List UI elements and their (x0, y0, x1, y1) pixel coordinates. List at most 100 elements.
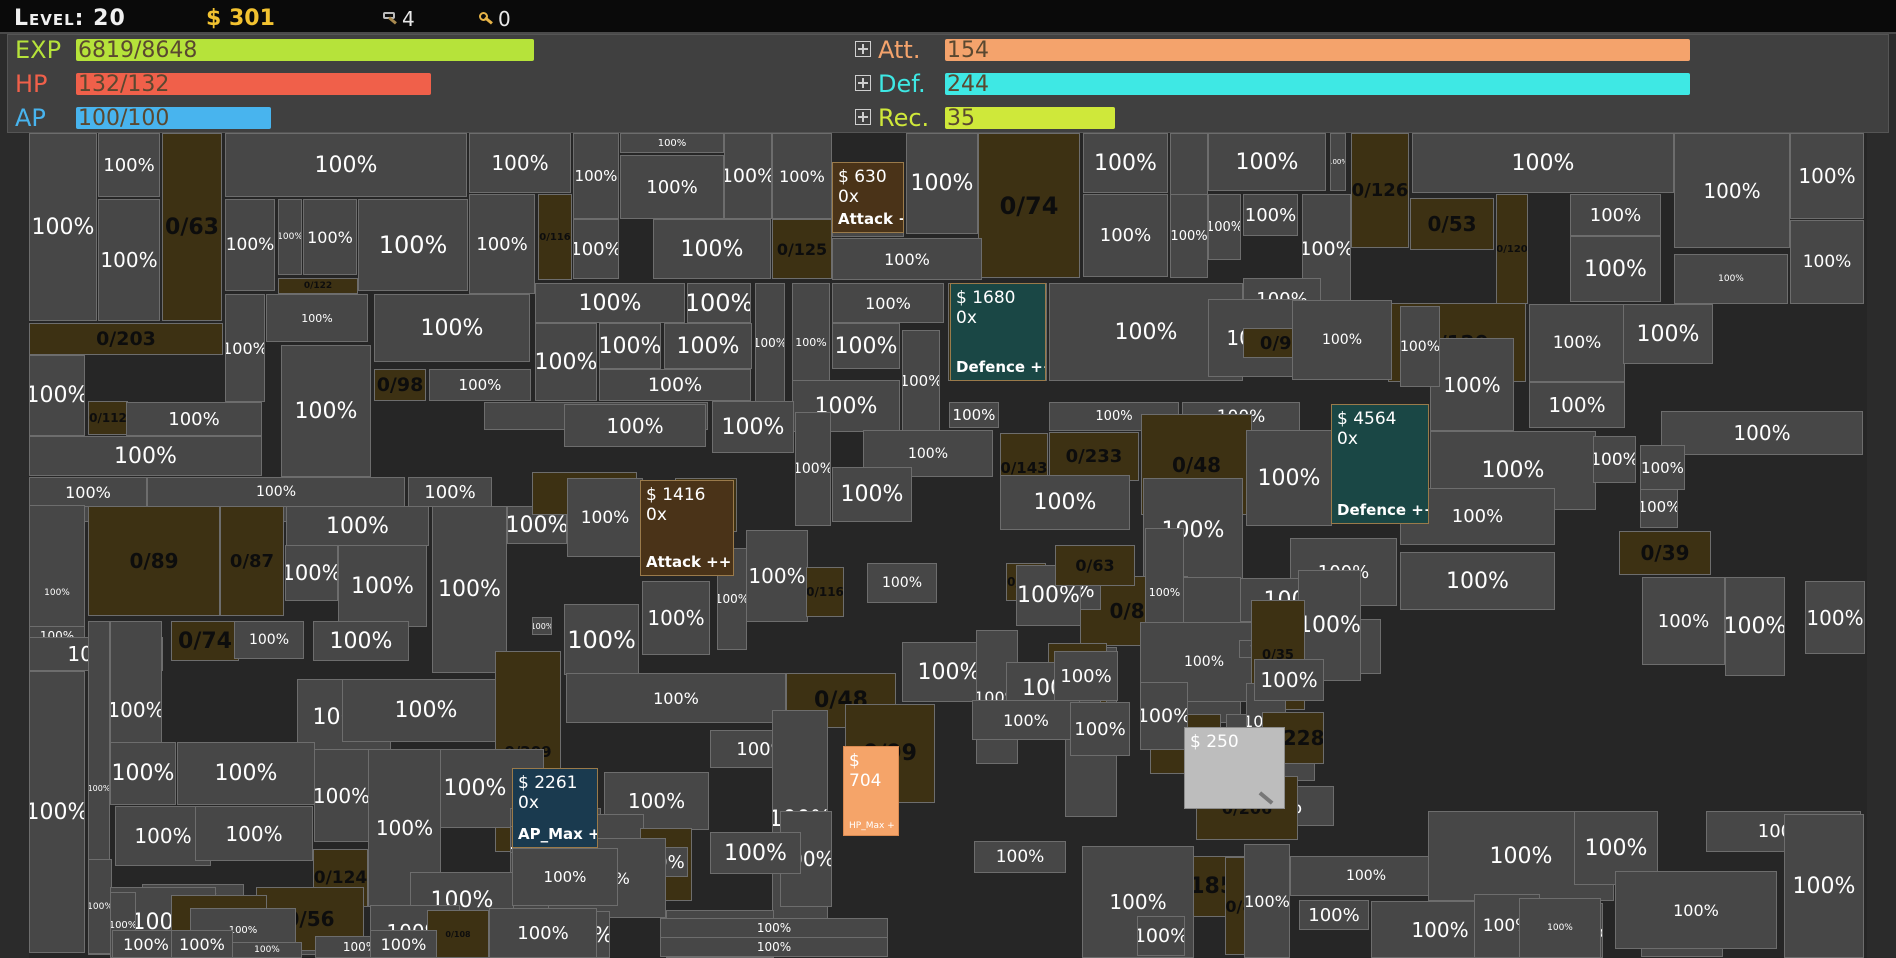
shop-attack-plus-plus[interactable]: $ 1416 0x Attack ++ (640, 480, 734, 576)
locked-tile[interactable]: 0/74 (171, 621, 239, 661)
locked-tile[interactable]: 0/233 (1049, 432, 1139, 481)
cleared-tile[interactable]: 100% (281, 345, 371, 477)
cleared-tile[interactable]: 100% (1623, 304, 1713, 364)
cleared-tile[interactable]: 100% (225, 199, 275, 291)
cleared-tile[interactable]: 100% (1529, 382, 1625, 428)
cleared-tile[interactable]: 100% (1170, 194, 1208, 278)
cleared-tile[interactable]: 100% (1292, 300, 1392, 380)
cleared-tile[interactable]: 100% (1299, 900, 1369, 930)
cleared-tile[interactable]: 100% (573, 133, 619, 219)
cleared-tile[interactable]: 100% (1054, 651, 1118, 701)
cleared-tile[interactable]: 100% (1330, 133, 1346, 191)
cleared-tile[interactable]: 100% (642, 581, 710, 655)
cleared-tile[interactable]: 100% (1661, 411, 1863, 455)
cleared-tile[interactable]: 100% (429, 369, 531, 401)
cleared-tile[interactable]: 100% (867, 563, 937, 603)
cleared-tile[interactable]: 100% (29, 355, 85, 436)
cleared-tile[interactable]: 100% (567, 478, 643, 557)
cleared-tile[interactable]: 100% (1244, 844, 1290, 958)
rec-plus-button[interactable] (855, 109, 871, 125)
cleared-tile[interactable]: 100% (772, 133, 832, 219)
cleared-tile[interactable]: 100% (98, 199, 160, 321)
cleared-tile[interactable]: 100% (1412, 133, 1674, 193)
cleared-tile[interactable]: 100% (746, 530, 808, 622)
cleared-tile[interactable]: 100% (177, 742, 315, 805)
cleared-tile[interactable]: 100% (195, 806, 313, 861)
cleared-tile[interactable]: 100% (832, 323, 900, 369)
cleared-tile[interactable]: 100% (29, 477, 147, 507)
cleared-tile[interactable]: 100% (1400, 306, 1440, 387)
cleared-tile[interactable]: 100% (664, 323, 752, 369)
cleared-tile[interactable]: 100% (1140, 682, 1188, 750)
cleared-tile[interactable]: 100% (1790, 220, 1864, 304)
cleared-tile[interactable]: 100% (660, 937, 888, 957)
cleared-tile[interactable]: 100% (566, 673, 786, 723)
cleared-tile[interactable]: 100% (1593, 436, 1636, 483)
cleared-tile[interactable]: 100% (1083, 194, 1168, 277)
cleared-tile[interactable]: 100% (972, 700, 1080, 740)
cleared-tile[interactable]: 100% (599, 369, 751, 401)
locked-tile[interactable]: 0/125 (772, 219, 832, 279)
locked-tile[interactable]: 0/116 (806, 567, 844, 617)
cleared-tile[interactable]: 100% (266, 294, 368, 342)
cleared-tile[interactable]: 100% (599, 323, 661, 369)
cleared-tile[interactable]: 100% (370, 930, 437, 958)
shop-pickaxe-shop[interactable]: $ 250 (1184, 727, 1285, 809)
cleared-tile[interactable]: 100% (832, 467, 912, 522)
cleared-tile[interactable]: 100% (535, 323, 597, 401)
locked-tile[interactable]: 0/122 (278, 278, 358, 294)
cleared-tile[interactable]: 100% (906, 133, 978, 234)
cleared-tile[interactable]: 100% (512, 848, 618, 906)
cleared-tile[interactable]: 100% (712, 401, 794, 453)
locked-tile[interactable]: 0/53 (1410, 198, 1494, 250)
cleared-tile[interactable]: 100% (660, 918, 888, 938)
cleared-tile[interactable]: 100% (314, 749, 369, 842)
cleared-tile[interactable]: 100% (126, 402, 262, 436)
cleared-tile[interactable]: 100% (358, 199, 468, 291)
cleared-tile[interactable]: 100% (110, 742, 176, 805)
cleared-tile[interactable]: 100% (532, 617, 552, 635)
locked-tile[interactable]: 0/98 (374, 369, 426, 401)
cleared-tile[interactable]: 100% (286, 506, 429, 546)
cleared-tile[interactable]: 100% (1790, 133, 1864, 219)
cleared-tile[interactable]: 100% (374, 294, 530, 362)
cleared-tile[interactable]: 100% (489, 908, 597, 958)
locked-tile[interactable]: 0/112 (88, 401, 128, 435)
cleared-tile[interactable]: 100% (755, 283, 785, 402)
cleared-tile[interactable]: 100% (432, 506, 507, 673)
locked-tile[interactable]: 0/63 (162, 133, 222, 321)
cleared-tile[interactable]: 100% (795, 412, 831, 526)
cleared-tile[interactable]: 100% (234, 621, 304, 659)
cleared-tile[interactable]: 100% (1725, 577, 1785, 676)
att-plus-button[interactable] (855, 41, 871, 57)
cleared-tile[interactable]: 100% (1400, 552, 1555, 610)
cleared-tile[interactable]: 100% (1640, 485, 1678, 528)
shop-ap-max-plus[interactable]: $ 2261 0x AP_Max + (512, 768, 598, 848)
cleared-tile[interactable]: 100% (1083, 133, 1168, 193)
cleared-tile[interactable]: 100% (1642, 577, 1725, 665)
cleared-tile[interactable]: 100% (112, 930, 180, 958)
cleared-tile[interactable]: 100% (974, 841, 1066, 873)
cleared-tile[interactable]: 100% (1529, 304, 1625, 382)
cleared-tile[interactable]: 100% (225, 133, 467, 197)
cleared-tile[interactable]: 100% (98, 133, 160, 197)
cleared-tile[interactable]: 100% (1519, 898, 1601, 958)
cleared-tile[interactable]: 100% (832, 238, 982, 280)
cleared-tile[interactable]: 100% (1674, 133, 1790, 248)
cleared-tile[interactable]: 100% (710, 832, 801, 874)
cleared-tile[interactable]: 100% (1246, 430, 1332, 526)
cleared-tile[interactable]: 100% (1784, 814, 1864, 958)
cleared-tile[interactable]: 100% (653, 219, 771, 279)
cleared-tile[interactable]: 100% (285, 545, 338, 601)
cleared-tile[interactable]: 100% (620, 133, 724, 153)
locked-tile[interactable]: 0/126 (1351, 133, 1409, 248)
cleared-tile[interactable]: 100% (313, 621, 409, 661)
locked-tile[interactable]: 0/89 (88, 506, 220, 616)
locked-tile[interactable]: 0/116 (538, 194, 572, 280)
cleared-tile[interactable]: 100% (338, 545, 427, 627)
cleared-tile[interactable]: 100% (408, 477, 492, 507)
cleared-tile[interactable]: 100% (1430, 338, 1514, 431)
cleared-tile[interactable]: 100% (564, 604, 639, 675)
cleared-tile[interactable]: 100% (303, 199, 357, 275)
cleared-tile[interactable]: 100% (949, 402, 999, 428)
